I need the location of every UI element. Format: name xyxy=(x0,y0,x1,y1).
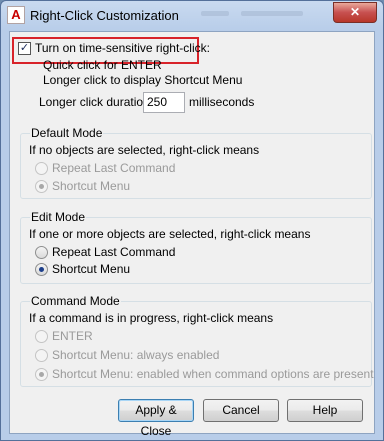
dialog-title: Right-Click Customization xyxy=(30,8,179,23)
duration-unit: milliseconds xyxy=(189,95,255,109)
edit-mode-title: Edit Mode xyxy=(30,210,87,224)
command-mode-desc: If a command is in progress, right-click… xyxy=(29,311,274,325)
time-sensitive-label[interactable]: Turn on time-sensitive right-click: xyxy=(35,41,210,55)
longer-click-text: Longer click to display Shortcut Menu xyxy=(43,73,243,87)
edit-repeat-radio[interactable] xyxy=(35,246,48,259)
default-repeat-label[interactable]: Repeat Last Command xyxy=(52,161,175,175)
command-mode-title: Command Mode xyxy=(30,294,121,308)
close-icon: ✕ xyxy=(349,5,361,19)
help-button[interactable]: Help xyxy=(287,399,363,422)
edit-shortcut-radio[interactable] xyxy=(35,263,48,276)
cancel-button[interactable]: Cancel xyxy=(203,399,279,422)
dialog-window: A Right-Click Customization ✕ ✓ Turn on … xyxy=(0,0,384,441)
default-mode-title: Default Mode xyxy=(30,126,104,140)
command-enter-label[interactable]: ENTER xyxy=(52,329,93,343)
blurred-background-text xyxy=(201,11,229,16)
edit-shortcut-label[interactable]: Shortcut Menu xyxy=(52,262,130,276)
title-bar[interactable]: A Right-Click Customization ✕ xyxy=(1,1,383,31)
dialog-body: ✓ Turn on time-sensitive right-click: Qu… xyxy=(9,31,375,438)
quick-click-text: Quick click for ENTER xyxy=(43,58,162,72)
blurred-background-text xyxy=(241,11,303,16)
command-options-label[interactable]: Shortcut Menu: enabled when command opti… xyxy=(52,367,374,381)
default-shortcut-radio[interactable] xyxy=(35,180,48,193)
default-repeat-radio[interactable] xyxy=(35,162,48,175)
apply-close-button[interactable]: Apply & Close xyxy=(118,399,194,438)
autocad-a-icon: A xyxy=(7,6,25,24)
duration-input[interactable]: 250 xyxy=(143,92,185,113)
command-options-radio[interactable] xyxy=(35,368,48,381)
edit-repeat-label[interactable]: Repeat Last Command xyxy=(52,245,175,259)
command-always-label[interactable]: Shortcut Menu: always enabled xyxy=(52,348,219,362)
close-button[interactable]: ✕ xyxy=(333,2,377,23)
duration-label: Longer click duration: xyxy=(39,95,154,109)
default-shortcut-label[interactable]: Shortcut Menu xyxy=(52,179,130,193)
default-mode-desc: If no objects are selected, right-click … xyxy=(29,143,260,157)
command-always-radio[interactable] xyxy=(35,349,48,362)
time-sensitive-checkbox[interactable]: ✓ xyxy=(18,42,31,55)
edit-mode-desc: If one or more objects are selected, rig… xyxy=(29,227,311,241)
command-enter-radio[interactable] xyxy=(35,330,48,343)
